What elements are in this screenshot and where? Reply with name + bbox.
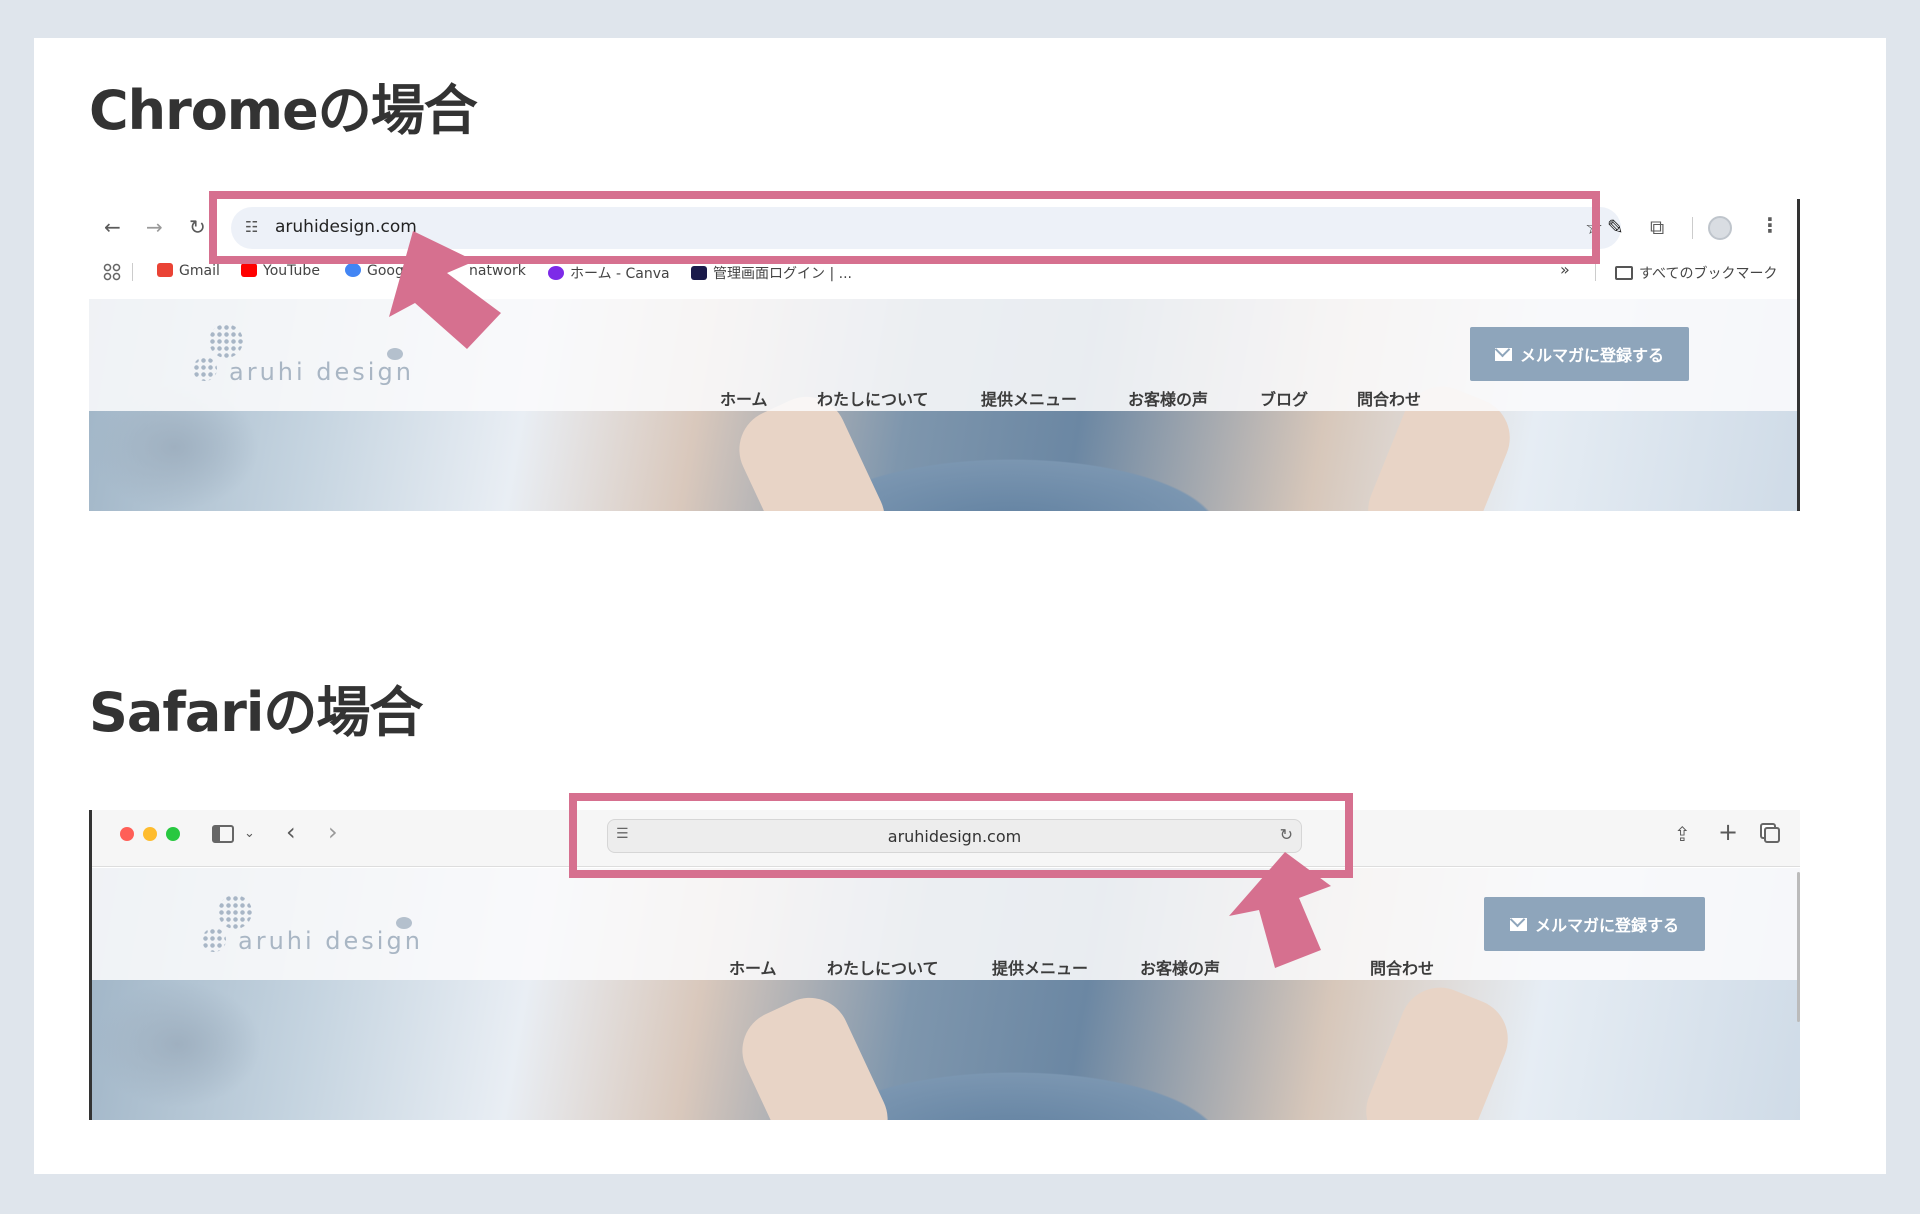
folder-icon (1615, 266, 1633, 280)
share-icon[interactable]: ⇪ (1674, 824, 1691, 844)
kebab-icon[interactable]: ⋮ (1760, 215, 1780, 235)
bookmark-gmail[interactable]: Gmail (157, 263, 220, 279)
mail-icon (1509, 917, 1527, 931)
minimize-window-button[interactable] (143, 827, 157, 841)
gmail-icon (157, 263, 173, 277)
reload-icon[interactable]: ↻ (189, 217, 206, 237)
tabs-overview-icon[interactable] (1764, 827, 1780, 843)
site-logo[interactable]: aruhi design (238, 927, 423, 955)
nav-contact[interactable]: 問合わせ (1370, 955, 1434, 979)
url-text[interactable]: aruhidesign.com (275, 217, 417, 237)
chevron-down-icon[interactable]: ⌄ (244, 824, 255, 844)
mail-icon (1494, 347, 1512, 361)
chrome-screenshot: ← → ↻ ☷ aruhidesign.com ☆ ✎ ⧉ ⋮ Gmail Yo… (89, 199, 1800, 511)
bookmark-admin-login[interactable]: 管理画面ログイン | ... (691, 263, 852, 283)
bookmarks-overflow-icon[interactable]: » (1560, 260, 1570, 279)
logo-flower-small-icon (202, 928, 226, 952)
chrome-heading: Chromeの場合 (89, 79, 478, 142)
site-logo[interactable]: aruhi design (229, 358, 414, 386)
forward-arrow-icon[interactable]: → (146, 217, 163, 237)
url-text[interactable]: aruhidesign.com (608, 827, 1301, 846)
tune-icon[interactable]: ☷ (245, 218, 258, 236)
bookmark-canva[interactable]: ホーム - Canva (548, 263, 670, 283)
admin-icon (691, 266, 707, 280)
bookmark-youtube[interactable]: YouTube (241, 263, 320, 279)
zoom-window-button[interactable] (166, 827, 180, 841)
puzzle-icon[interactable]: ⧉ (1650, 217, 1664, 237)
all-bookmarks-button[interactable]: すべてのブックマーク (1615, 263, 1777, 283)
nav-voice[interactable]: お客様の声 (1140, 955, 1220, 979)
chrome-omnibox[interactable]: ☷ aruhidesign.com ☆ (231, 207, 1621, 249)
apps-grid-icon[interactable] (103, 263, 121, 281)
newsletter-label: メルマガに登録する (1519, 346, 1664, 365)
avatar-icon[interactable] (1708, 216, 1732, 240)
forward-chevron-icon[interactable]: › (328, 820, 338, 844)
close-window-button[interactable] (120, 827, 134, 841)
bookmark-label: ホーム - Canva (570, 266, 670, 282)
bookmark-label: Gmail (179, 263, 220, 279)
bookmark-label: Google (367, 263, 417, 279)
bookmark-label: natwork (469, 263, 526, 279)
safari-screenshot: ⌄ ‹ › ☰ aruhidesign.com ↻ ⇪ + aruhi desi… (89, 810, 1800, 1120)
content-card: Chromeの場合 ← → ↻ ☷ aruhidesign.com ☆ ✎ ⧉ … (34, 38, 1886, 1174)
google-icon (345, 263, 361, 277)
nav-voice[interactable]: お客様の声 (1128, 386, 1208, 410)
nav-menu[interactable]: 提供メニュー (981, 386, 1077, 410)
nav-home[interactable]: ホーム (720, 386, 768, 410)
plus-icon[interactable]: + (1718, 820, 1738, 844)
youtube-icon (241, 263, 257, 277)
bookmarks-divider-right (1595, 263, 1596, 281)
back-arrow-icon[interactable]: ← (104, 217, 121, 237)
nav-blog[interactable]: ブログ (1260, 386, 1308, 410)
bookmark-label: YouTube (263, 263, 320, 279)
bookmark-natwork[interactable]: natwork (469, 263, 526, 279)
bookmark-google[interactable]: Google (345, 263, 416, 279)
newsletter-button[interactable]: メルマガに登録する (1470, 327, 1689, 381)
back-chevron-icon[interactable]: ‹ (286, 820, 296, 844)
nav-about[interactable]: わたしについて (827, 955, 939, 979)
star-icon[interactable]: ☆ (1585, 215, 1603, 239)
logo-flower-small-icon (193, 357, 217, 381)
logo-flower-icon (218, 895, 252, 929)
sidebar-icon[interactable] (212, 825, 234, 843)
safari-address-field[interactable]: ☰ aruhidesign.com ↻ (607, 819, 1302, 853)
nav-about[interactable]: わたしについて (817, 386, 929, 410)
nav-home[interactable]: ホーム (729, 955, 777, 979)
safari-heading: Safariの場合 (89, 681, 423, 744)
scrollbar[interactable] (1797, 872, 1800, 1022)
logo-flower-icon (209, 324, 243, 358)
all-bookmarks-label: すべてのブックマーク (1639, 266, 1778, 282)
reload-icon[interactable]: ↻ (1280, 825, 1293, 844)
bookmark-label: 管理画面ログイン | ... (713, 266, 852, 282)
canva-icon (548, 266, 564, 280)
nav-menu[interactable]: 提供メニュー (992, 955, 1088, 979)
bookmarks-divider (132, 263, 133, 281)
eyedropper-icon[interactable]: ✎ (1607, 217, 1624, 237)
nav-contact[interactable]: 問合わせ (1357, 386, 1421, 410)
newsletter-label: メルマガに登録する (1534, 916, 1679, 935)
toolbar-divider (1692, 217, 1693, 239)
newsletter-button[interactable]: メルマガに登録する (1484, 897, 1705, 951)
